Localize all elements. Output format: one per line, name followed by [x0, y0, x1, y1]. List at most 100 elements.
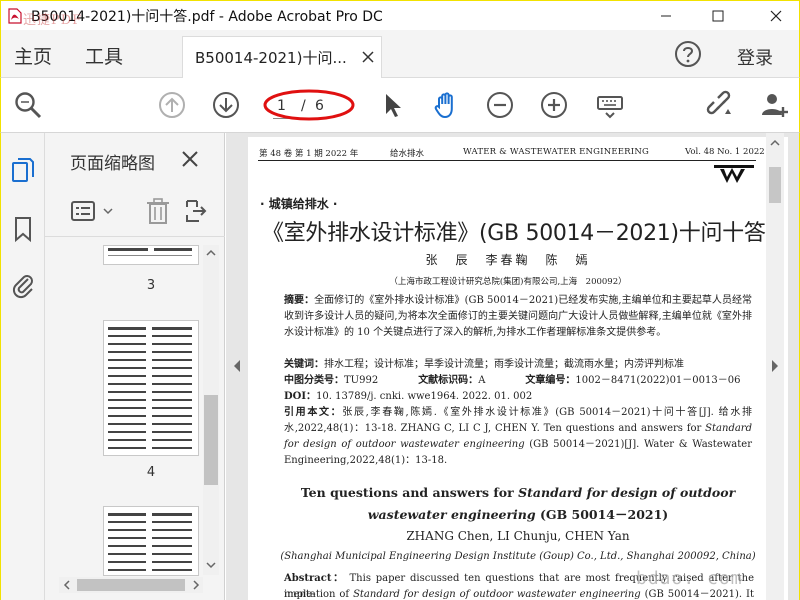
- watermark-bottom: bdao. com: [636, 568, 743, 589]
- english-title-suffix: (GB 50014－2021): [540, 507, 669, 522]
- minimize-button[interactable]: [643, 1, 689, 31]
- doi-line: DOI：10. 13789/j. cnki. wwe1964. 2022. 01…: [284, 389, 752, 405]
- english-title-italic-1: Standard for design of outdoor: [518, 485, 736, 500]
- login-link[interactable]: 登录: [737, 44, 773, 70]
- english-abstract-text-2: mentation of: [284, 589, 350, 600]
- thumbnail-options-icon[interactable]: [71, 199, 99, 223]
- tools-tab[interactable]: 工具: [85, 42, 123, 69]
- journal-logo: [714, 165, 754, 183]
- close-tab-icon[interactable]: [361, 50, 375, 64]
- page-number-field[interactable]: 1 / 6: [263, 88, 355, 122]
- article-affiliation: （上海市政工程设计研究总院(集团)有限公司,上海 200092）: [389, 277, 627, 287]
- hand-tool-icon[interactable]: [431, 90, 461, 120]
- document-tab[interactable]: B50014-2021)十问...: [182, 36, 382, 78]
- share-link-icon[interactable]: [706, 90, 736, 120]
- clc-value: TU992: [344, 375, 379, 386]
- article-number-label: 文章编号：: [525, 375, 576, 386]
- thumbnail-page-5[interactable]: [103, 506, 199, 576]
- english-authors: ZHANG Chen, LI Chunju, CHEN Yan: [406, 529, 630, 543]
- scroll-up-icon[interactable]: [770, 139, 780, 147]
- thumbnails-hscroll-thumb[interactable]: [77, 579, 185, 591]
- doccode-label: 文献标识码：: [418, 375, 479, 386]
- keywords-text: 排水工程；设计标准；旱季设计流量；雨季设计流量；截流雨水量；内涝评判标准: [324, 359, 684, 370]
- pdf-page: 第 48 卷 第 1 期 2022 年 给水排水 WATER & WASTEWA…: [248, 137, 788, 600]
- column-tag: · 城镇给排水 ·: [260, 197, 338, 211]
- close-panel-icon[interactable]: [181, 150, 199, 168]
- maximize-button[interactable]: [695, 1, 741, 31]
- abstract-paragraph: 摘要：全面修订的《室外排水设计标准》(GB 50014－2021)已经发布实施,…: [284, 293, 752, 341]
- window-title: B50014-2021)十问十答.pdf - Adobe Acrobat Pro…: [31, 9, 383, 25]
- article-authors: 张 辰 李春鞠 陈 嫣: [425, 253, 591, 267]
- classification-line: 中图分类号：TU992 文献标识码：A 文章编号：1002－8471(2022)01…: [284, 373, 752, 389]
- zoom-search-icon[interactable]: [13, 90, 43, 120]
- thumbnails-vertical-scrollbar[interactable]: [203, 245, 219, 575]
- english-abstract-label: Abstract：: [284, 573, 345, 584]
- article-number-value: 1002－8471(2022)01－0013－06: [575, 375, 741, 386]
- keywords-line: 关键词：排水工程；设计标准；旱季设计流量；雨季设计流量；截流雨水量；内涝评判标准: [284, 357, 752, 373]
- attachment-icon[interactable]: [10, 271, 36, 299]
- scroll-left-icon[interactable]: [63, 580, 71, 590]
- thumbnail-page-4[interactable]: [103, 320, 199, 456]
- article-title: 《室外排水设计标准》(GB 50014－2021)十问十答: [262, 221, 766, 246]
- home-tab[interactable]: 主页: [14, 42, 52, 69]
- zoom-out-icon[interactable]: [485, 90, 515, 120]
- english-title-line-1: Ten questions and answers for Standard f…: [248, 485, 788, 500]
- document-view[interactable]: 第 48 卷 第 1 期 2022 年 给水排水 WATER & WASTEWA…: [226, 133, 800, 600]
- journal-name: 给水排水: [390, 149, 425, 159]
- english-affiliation: (Shanghai Municipal Engineering Design I…: [280, 551, 756, 562]
- thumbnails-horizontal-scrollbar[interactable]: [59, 577, 203, 593]
- title-bar: B50014-2021)十问十答.pdf - Adobe Acrobat Pro…: [0, 0, 800, 30]
- menu-bar: 主页 工具 B50014-2021)十问... 登录: [0, 30, 800, 78]
- citation-label: 引用本文：: [284, 407, 343, 418]
- doccode-value: A: [478, 375, 486, 386]
- page-thumbnails-icon[interactable]: [10, 157, 36, 185]
- toolbar: 1 / 6: [0, 78, 800, 133]
- maximize-icon: [712, 10, 724, 22]
- thumbnail-page-number: 3: [146, 278, 156, 293]
- extract-page-icon[interactable]: [185, 197, 207, 225]
- thumbnail-page-3[interactable]: [103, 245, 199, 265]
- thumbnails-scroll-thumb[interactable]: [204, 395, 218, 485]
- close-window-button[interactable]: [753, 1, 799, 31]
- journal-issue: 第 48 卷 第 1 期 2022 年: [259, 149, 359, 159]
- abstract-text: 全面修订的《室外排水设计标准》(GB 50014－2021)已经发布实施,主编单…: [284, 295, 753, 338]
- collapse-panel-icon[interactable]: [232, 359, 242, 373]
- scroll-down-icon[interactable]: [206, 561, 216, 569]
- scroll-right-icon[interactable]: [192, 580, 200, 590]
- document-vertical-scrollbar[interactable]: [766, 133, 784, 600]
- highlight-ellipse: [263, 89, 355, 121]
- previous-page-icon[interactable]: [157, 90, 187, 120]
- english-title-line-2: wastewater engineering (GB 50014－2021): [248, 504, 788, 523]
- navigation-rail: [0, 133, 45, 600]
- english-title-italic-2: wastewater engineering: [367, 507, 536, 522]
- journal-name-en: WATER & WASTEWATER ENGINEERING: [463, 147, 649, 157]
- help-icon[interactable]: [673, 39, 703, 69]
- english-abstract-italic: Standard for design of outdoor wastewate…: [353, 589, 641, 600]
- citation-paragraph: 引用本文：张辰,李春鞠,陈嫣.《室外排水设计标准》(GB 50014－2021)…: [284, 405, 752, 469]
- doi-value: 10. 13789/j. cnki. wwe1964. 2022. 01. 00…: [316, 391, 533, 402]
- bookmark-icon[interactable]: [10, 215, 36, 243]
- add-user-icon[interactable]: [759, 90, 789, 120]
- doi-label: DOI：: [284, 391, 317, 402]
- document-scroll-thumb[interactable]: [769, 167, 781, 203]
- next-page-icon[interactable]: [211, 90, 241, 120]
- keyboard-icon[interactable]: [595, 90, 625, 120]
- select-cursor-icon[interactable]: [377, 90, 407, 120]
- delete-page-icon[interactable]: [145, 197, 171, 225]
- chevron-down-icon[interactable]: [103, 207, 113, 215]
- close-icon: [770, 10, 782, 22]
- collapse-right-panel-icon[interactable]: [770, 359, 780, 373]
- citation-text: 张辰,李春鞠,陈嫣.《室外排水设计标准》(GB 50014－2021)十问十答[…: [284, 407, 752, 434]
- zoom-in-icon[interactable]: [539, 90, 569, 120]
- scroll-up-icon[interactable]: [206, 249, 216, 257]
- acrobat-app-icon: [8, 8, 22, 24]
- abstract-label: 摘要：: [284, 295, 315, 306]
- english-title-prefix: Ten questions and answers for: [300, 485, 514, 500]
- thumbnail-page-number: 4: [146, 465, 156, 480]
- thumbnail-toolbar: [45, 185, 225, 237]
- thumbnails-panel-title: 页面缩略图: [70, 154, 155, 174]
- clc-label: 中图分类号：: [284, 375, 344, 386]
- watermark-top: 迅捷PDF: [23, 13, 83, 28]
- thumbnails-panel: 页面缩略图 3 4: [45, 133, 225, 600]
- header-rule: [258, 160, 756, 161]
